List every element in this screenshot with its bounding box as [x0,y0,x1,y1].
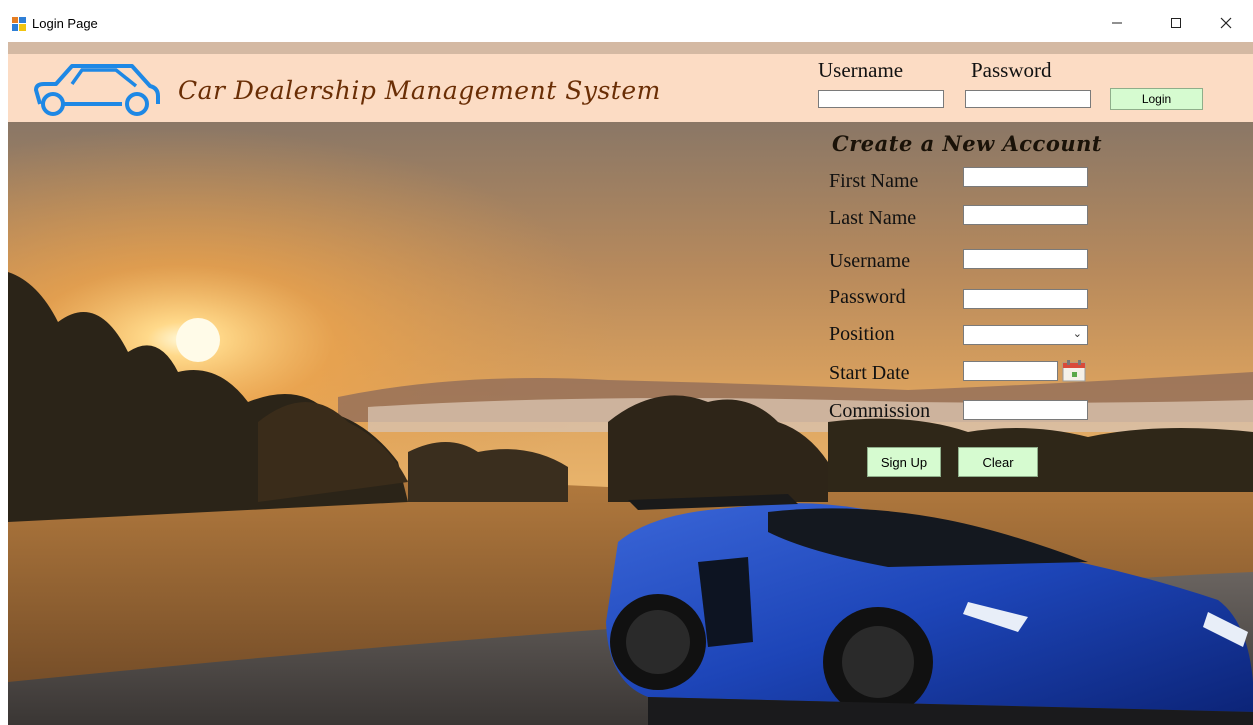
first-name-input[interactable] [963,167,1088,187]
close-icon [1220,17,1232,29]
window-left-border [0,42,8,725]
create-account-title: Create a New Account [832,131,1103,156]
signup-password-label: Password [829,286,906,308]
clear-button[interactable]: Clear [958,447,1038,477]
close-button[interactable] [1203,8,1249,38]
app-icon [12,17,26,31]
signup-password-input[interactable] [963,289,1088,309]
header-band: Car Dealership Management System Usernam… [8,54,1253,122]
app-title: Car Dealership Management System [178,76,661,105]
calendar-icon[interactable] [1062,360,1086,382]
window-title: Login Page [32,16,98,31]
window-frame-top [0,42,1253,54]
position-select[interactable]: ⌄ [963,325,1088,345]
first-name-label: First Name [829,170,919,192]
last-name-input[interactable] [963,205,1088,225]
sign-up-button[interactable]: Sign Up [867,447,941,477]
car-outline-icon [34,64,160,116]
last-name-label: Last Name [829,207,917,229]
login-password-input[interactable] [965,90,1091,108]
start-date-label: Start Date [829,362,910,384]
chevron-down-icon: ⌄ [1072,328,1082,340]
commission-input[interactable] [963,400,1088,420]
signup-username-label: Username [829,250,911,272]
login-password-label: Password [971,58,1052,82]
commission-label: Commission [829,400,931,422]
window-titlebar: Login Page [0,0,1253,42]
maximize-icon [1171,18,1181,28]
minimize-icon [1112,22,1122,24]
login-username-input[interactable] [818,90,944,108]
position-label: Position [829,323,895,345]
start-date-input[interactable] [963,361,1058,381]
minimize-button[interactable] [1094,8,1140,38]
login-button[interactable]: Login [1110,88,1203,110]
login-username-label: Username [818,58,904,82]
signup-username-input[interactable] [963,249,1088,269]
maximize-button[interactable] [1153,8,1199,38]
